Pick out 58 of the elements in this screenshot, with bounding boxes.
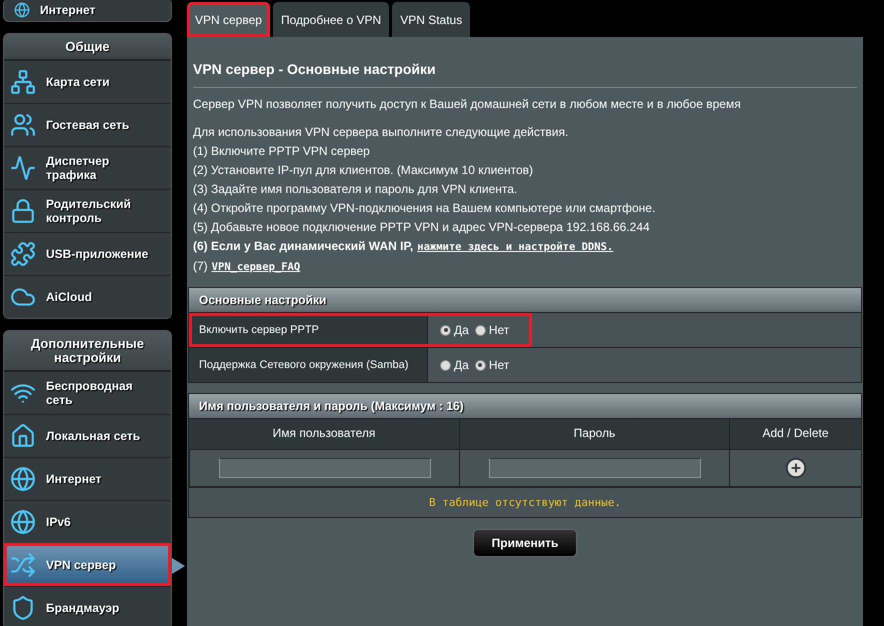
- radio-option[interactable]: Нет: [474, 323, 510, 337]
- sidebar-item[interactable]: Гостевая сеть: [4, 103, 171, 146]
- tab[interactable]: VPN сервер: [187, 2, 270, 37]
- password-field[interactable]: [488, 458, 700, 478]
- puzzle-icon: [10, 241, 36, 267]
- add-icon[interactable]: [784, 457, 806, 479]
- step-text: (5) Добавьте новое подключение PPTP VPN и адрес VPN-сервера 192.168.66.244: [193, 219, 651, 236]
- radio-option[interactable]: Нет: [474, 358, 510, 372]
- tab[interactable]: VPN Status: [392, 2, 470, 37]
- radio-option[interactable]: Да: [440, 358, 469, 372]
- column-header: Имя пользователя: [189, 418, 459, 449]
- tab[interactable]: Подробнее о VPN: [272, 2, 390, 37]
- sidebar-item[interactable]: AiCloud: [4, 275, 171, 318]
- table-header: Основные настройки: [189, 288, 861, 312]
- sidebar-item[interactable]: Интернет: [4, 0, 171, 21]
- sidebar-item[interactable]: Родительский контроль: [4, 189, 171, 232]
- intro-text: Сервер VPN позволяет получить доступ к Вашей домашней сети в любом месте и в любое время: [193, 96, 742, 113]
- globe-icon: [10, 509, 36, 535]
- globe-icon: [14, 2, 30, 18]
- radio-button[interactable]: [440, 324, 451, 336]
- steps-intro: Для использования VPN сервера выполните следующие действия.: [193, 124, 570, 141]
- sidebar-item[interactable]: Локальная сеть: [4, 414, 171, 457]
- link[interactable]: VPN_сервер_FAQ: [212, 261, 300, 273]
- chart-icon: [10, 155, 36, 181]
- page-title: VPN сервер - Основные настройки: [193, 61, 857, 88]
- sidebar-item[interactable]: Брандмауэр: [4, 586, 171, 626]
- sidebar-item[interactable]: USB-приложение: [4, 232, 171, 275]
- radio-button[interactable]: [474, 360, 486, 370]
- sidebar-item[interactable]: Беспроводная сеть: [4, 371, 171, 414]
- house-icon: [10, 423, 36, 449]
- radio-button[interactable]: [440, 360, 451, 370]
- username-field[interactable]: [218, 458, 430, 478]
- setting-label: Поддержка Сетевого окружения (Samba): [189, 348, 428, 382]
- step-text: (1) Включите PPTP VPN сервер: [193, 143, 371, 160]
- people-icon: [10, 112, 36, 138]
- apply-button[interactable]: Применить: [473, 529, 577, 557]
- globe-icon: [10, 466, 36, 492]
- step-text: (3) Задайте имя пользователя и пароль для VPN клиента.: [193, 181, 518, 198]
- step-text: (4) Откройте программу VPN-подключения на Вашем компьютере или смартфоне.: [193, 200, 656, 217]
- radio-button[interactable]: [474, 324, 486, 336]
- table-header: Имя пользователя и пароль (Максимум : 16): [189, 394, 861, 418]
- step-text: (7) VPN_сервер_FAQ: [193, 258, 302, 275]
- sidebar-item[interactable]: Карта сети: [4, 60, 171, 103]
- empty-message: В таблице отсутствуют данные.: [189, 486, 861, 517]
- column-header: Пароль: [459, 418, 729, 449]
- column-header: Add / Delete: [729, 418, 861, 449]
- radio-option[interactable]: Да: [440, 323, 469, 337]
- sidebar-item[interactable]: Интернет: [4, 457, 171, 500]
- sidebar-item[interactable]: Диспетчер трафика: [4, 146, 171, 189]
- step-text: (2) Установите IP-пул для клиентов. (Максимум 10 клиентов): [193, 162, 534, 179]
- step-text: (6) Если у Вас динамический WAN IP, нажмите здесь и настройте DDNS.: [193, 238, 614, 255]
- lock-icon: [10, 198, 36, 224]
- network-icon: [10, 69, 36, 95]
- arrows-icon: [10, 552, 36, 578]
- sidebar-group-title: Дополнительные настройки: [4, 331, 171, 371]
- link[interactable]: нажмите здесь и настройте DDNS.: [417, 241, 614, 253]
- sidebar-item[interactable]: IPv6: [4, 500, 171, 543]
- sidebar-group-title: Общие: [4, 34, 171, 60]
